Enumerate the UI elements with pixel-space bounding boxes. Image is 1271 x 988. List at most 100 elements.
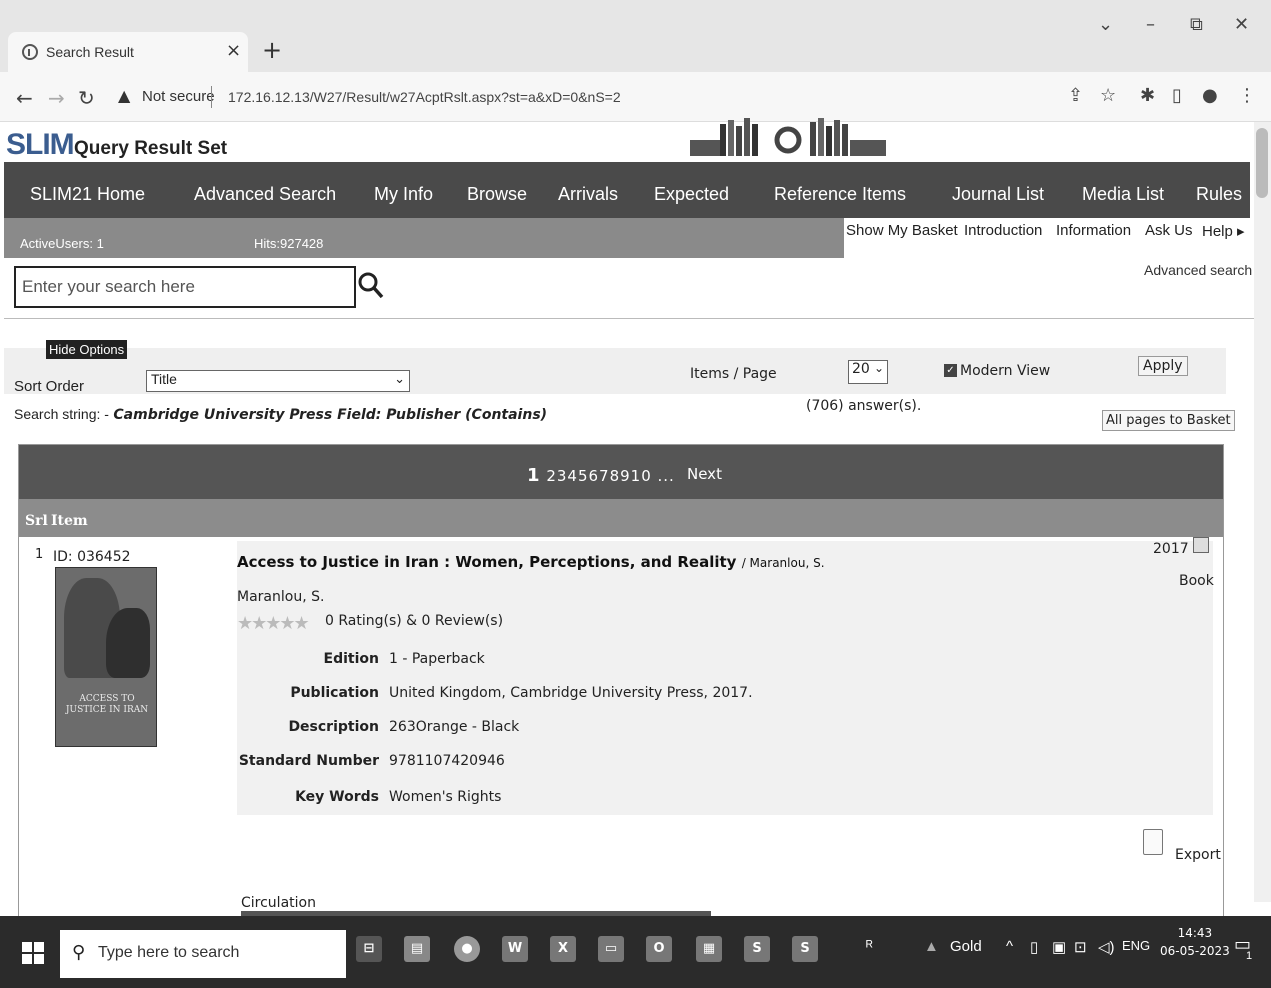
- bookmark-star-icon[interactable]: ☆: [1100, 85, 1116, 106]
- slim-app-icon-2[interactable]: S: [792, 936, 818, 962]
- scrollbar-thumb[interactable]: [1256, 128, 1268, 198]
- status-bar: ActiveUsers: 1 Hits:927428: [4, 218, 844, 258]
- clock-date: 06-05-2023: [1160, 944, 1230, 958]
- menu-kebab-icon[interactable]: ⋮: [1238, 85, 1256, 106]
- minimize-icon[interactable]: –: [1146, 14, 1155, 35]
- menu-arrivals[interactable]: Arrivals: [558, 184, 618, 205]
- modern-view-label[interactable]: Modern View: [960, 363, 1050, 379]
- modern-view-checkbox[interactable]: ✓: [944, 364, 957, 377]
- menu-advanced-search[interactable]: Advanced Search: [194, 184, 336, 205]
- browser-tab[interactable]: Search Result ×: [8, 32, 248, 72]
- chevron-up-icon[interactable]: ^: [1006, 938, 1013, 955]
- menu-expected[interactable]: Expected: [654, 184, 729, 205]
- record-title-author: / Maranlou, S.: [741, 556, 825, 570]
- main-menu: SLIM21 Home Advanced Search My Info Brow…: [4, 162, 1250, 218]
- menu-my-info[interactable]: My Info: [374, 184, 433, 205]
- taskbar-search-text[interactable]: Type here to search: [98, 944, 239, 962]
- page-scrollbar[interactable]: [1254, 122, 1271, 902]
- items-per-page-value: 20: [852, 361, 870, 377]
- tab-close-icon[interactable]: ×: [226, 40, 241, 61]
- chevron-down-icon: ⌄: [394, 371, 405, 386]
- page-links[interactable]: 2345678910 ...: [546, 467, 675, 485]
- slim-app-icon[interactable]: S: [744, 936, 770, 962]
- app-icon[interactable]: ▤: [404, 936, 430, 962]
- book-cover-image[interactable]: ACCESS TO JUSTICE IN IRAN: [55, 567, 157, 747]
- cover-title: ACCESS TO JUSTICE IN IRAN: [65, 694, 149, 715]
- record-id: ID: 036452: [53, 549, 131, 565]
- warning-icon[interactable]: ▲: [118, 86, 130, 105]
- export-link[interactable]: Export: [1175, 847, 1221, 863]
- information-link[interactable]: Information: [1056, 222, 1131, 239]
- outlook-app-icon[interactable]: O: [646, 936, 672, 962]
- page-title: Query Result Set: [74, 138, 228, 159]
- stock-label[interactable]: Gold: [950, 938, 982, 955]
- browser-tab-bar: Search Result × + ⌄ – ⧉ ✕: [0, 0, 1271, 72]
- excel-app-icon[interactable]: X: [550, 936, 576, 962]
- divider: [4, 318, 1254, 319]
- next-page-link[interactable]: Next: [687, 465, 722, 483]
- word-app-icon[interactable]: W: [502, 936, 528, 962]
- network-icon[interactable]: ⊡: [1074, 938, 1087, 956]
- all-pages-to-basket-button[interactable]: All pages to Basket: [1102, 410, 1235, 431]
- onedrive-icon[interactable]: ▣: [1052, 938, 1066, 956]
- not-secure-label[interactable]: Not secure: [142, 88, 215, 105]
- tab-search-icon[interactable]: ⌄: [1098, 14, 1113, 35]
- menu-reference-items[interactable]: Reference Items: [774, 184, 906, 205]
- menu-rules[interactable]: Rules: [1196, 184, 1242, 205]
- document-icon[interactable]: [1143, 829, 1163, 855]
- back-icon[interactable]: ←: [16, 86, 33, 110]
- advanced-search-link[interactable]: Advanced search: [1144, 262, 1252, 278]
- search-icon[interactable]: [356, 270, 386, 302]
- sort-order-value: Title: [151, 371, 177, 387]
- url-text[interactable]: 172.16.12.13/W27/Result/w27AcptRslt.aspx…: [228, 89, 621, 105]
- battery-icon[interactable]: ▯: [1030, 938, 1038, 956]
- menu-journal-list[interactable]: Journal List: [952, 184, 1044, 205]
- volume-icon[interactable]: ◁): [1098, 938, 1115, 956]
- key-words-label: Key Words: [295, 789, 379, 805]
- system-clock[interactable]: 14:43 06-05-2023: [1160, 924, 1230, 960]
- record-number: 1: [35, 547, 44, 562]
- current-page[interactable]: 1: [527, 465, 541, 486]
- ask-us-link[interactable]: Ask Us: [1145, 222, 1193, 239]
- apply-button[interactable]: Apply: [1138, 356, 1188, 376]
- show-my-basket-link[interactable]: Show My Basket: [846, 222, 958, 239]
- menu-media-list[interactable]: Media List: [1082, 184, 1164, 205]
- language-indicator[interactable]: ENG: [1122, 938, 1150, 953]
- file-explorer-icon[interactable]: ▭: [598, 936, 624, 962]
- new-tab-button[interactable]: +: [262, 36, 282, 64]
- side-panel-icon[interactable]: ▯: [1172, 85, 1182, 106]
- help-link[interactable]: Help ▸: [1202, 222, 1245, 240]
- address-bar: ← → ↻ ▲ Not secure 172.16.12.13/W27/Resu…: [0, 72, 1271, 122]
- sort-order-select[interactable]: Title ⌄: [146, 370, 410, 392]
- menu-slim21-home[interactable]: SLIM21 Home: [30, 184, 145, 205]
- search-input[interactable]: [14, 266, 356, 308]
- rating-stars[interactable]: ★★★★★: [237, 613, 310, 634]
- reload-icon[interactable]: ↻: [78, 86, 95, 110]
- record-author[interactable]: Maranlou, S.: [237, 589, 324, 605]
- publication-label: Publication: [290, 685, 379, 701]
- windows-start-icon[interactable]: [22, 942, 46, 966]
- extensions-puzzle-icon[interactable]: ✱: [1140, 85, 1155, 106]
- people-icon[interactable]: ᴿ: [866, 938, 873, 955]
- url-field[interactable]: ▲ Not secure 172.16.12.13/W27/Result/w27…: [108, 80, 1058, 114]
- items-per-page-select[interactable]: 20 ⌄: [848, 360, 888, 384]
- key-words-value[interactable]: Women's Rights: [389, 789, 501, 805]
- browser-app-icon[interactable]: ●: [454, 936, 480, 962]
- share-icon[interactable]: ⇪: [1068, 85, 1083, 106]
- task-view-icon[interactable]: ⊟: [356, 936, 382, 962]
- restore-icon[interactable]: ⧉: [1190, 14, 1203, 35]
- record-title-text[interactable]: Access to Justice in Iran : Women, Perce…: [237, 553, 736, 571]
- stock-chart-icon[interactable]: ▲: [924, 938, 939, 955]
- introduction-link[interactable]: Introduction: [964, 222, 1042, 239]
- calculator-app-icon[interactable]: ▦: [696, 936, 722, 962]
- record-title[interactable]: Access to Justice in Iran : Women, Perce…: [237, 553, 825, 571]
- close-window-icon[interactable]: ✕: [1234, 14, 1249, 35]
- taskbar-search-box[interactable]: ⚲ Type here to search: [60, 930, 346, 978]
- forward-icon[interactable]: →: [48, 86, 65, 110]
- record-year: 2017: [1153, 541, 1189, 557]
- search-string-prefix: Search string: -: [14, 406, 109, 422]
- publication-value: United Kingdom, Cambridge University Pre…: [389, 685, 753, 701]
- hide-options-button[interactable]: Hide Options: [46, 340, 128, 359]
- profile-avatar-icon[interactable]: ●: [1202, 85, 1218, 106]
- menu-browse[interactable]: Browse: [467, 184, 527, 205]
